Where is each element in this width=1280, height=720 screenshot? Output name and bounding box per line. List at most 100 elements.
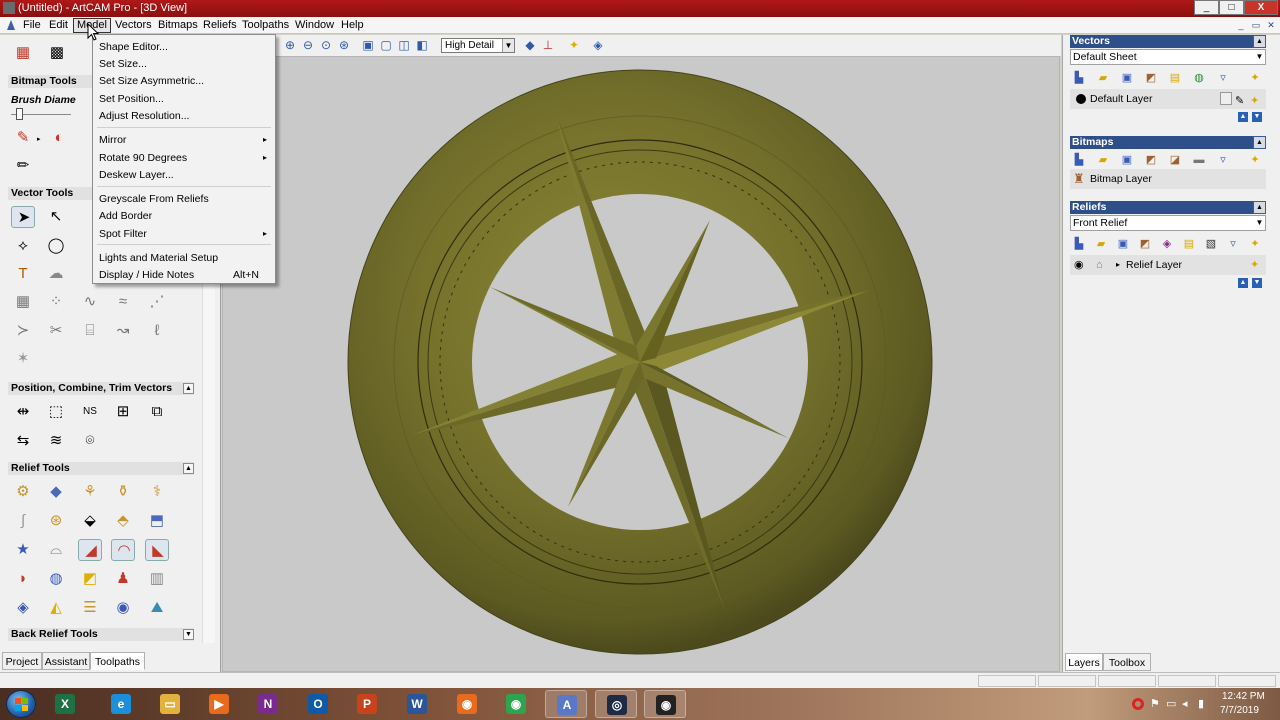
globe-tool[interactable]: ◉ — [111, 597, 135, 619]
new-layer-icon[interactable]: ▙ — [1072, 153, 1086, 167]
menu-window[interactable]: Window — [292, 18, 337, 33]
polyline-tool[interactable]: ⟡ — [11, 235, 35, 257]
expand-arrow-icon[interactable]: ▸ — [1116, 255, 1120, 275]
bitmap-import-icon[interactable]: ◪ — [1168, 153, 1182, 167]
paint-tool[interactable]: ✎ — [11, 127, 35, 149]
cylinder-tool[interactable]: ⌸ — [78, 320, 102, 342]
move-down-icon[interactable]: ▼ — [1252, 278, 1262, 288]
mdi-restore-icon[interactable]: ▭ — [1249, 19, 1263, 31]
relief-save-icon[interactable]: ▧ — [1204, 237, 1218, 251]
relief-stack-icon[interactable]: ◈ — [1160, 237, 1174, 251]
view-iso-icon[interactable]: ▣ — [361, 38, 375, 52]
menu-item-mirror[interactable]: Mirror ▸ — [99, 132, 269, 148]
bitmap-tool[interactable]: ▩ — [45, 42, 69, 64]
spin-tool[interactable]: ⚘ — [78, 481, 102, 503]
face-relief-tool[interactable]: ◗ — [11, 568, 35, 590]
dots-tool[interactable]: ⁘ — [44, 291, 68, 313]
back-relief-tools-header[interactable]: Back Relief Tools ▼ — [8, 628, 194, 641]
taskbar-media-app-button[interactable]: ◎ — [595, 690, 637, 718]
grid-tool[interactable]: ▦ — [11, 291, 35, 313]
star-relief-tool[interactable]: ★ — [11, 539, 35, 561]
vector-offset-tool[interactable]: ≻ — [11, 320, 35, 342]
start-button[interactable] — [6, 690, 36, 718]
menu-file[interactable]: File — [20, 18, 44, 33]
shape-editor-tool[interactable]: ⚙ — [11, 481, 35, 503]
battery-icon[interactable]: ▮ — [1198, 697, 1204, 710]
menu-item-deskew-layer[interactable]: Deskew Layer... — [99, 167, 269, 183]
default-layer-row[interactable]: Default Layer ✎ ✦ — [1070, 89, 1266, 109]
copy-icon[interactable]: ▤ — [1168, 71, 1182, 85]
spiral-tool[interactable]: ⌾ — [78, 430, 102, 452]
trim-tool[interactable]: ✂ — [44, 320, 68, 342]
curve-tool[interactable]: ≈ — [111, 291, 135, 313]
tab-toolpaths[interactable]: Toolpaths — [90, 652, 145, 670]
light-bulb-icon[interactable]: ✦ — [567, 38, 581, 52]
open-icon[interactable]: ▰ — [1096, 153, 1110, 167]
plane-tool[interactable]: ◣ — [145, 539, 169, 561]
pencil-tool[interactable]: ✏ — [11, 155, 35, 177]
copy-icon[interactable]: ▤ — [1182, 237, 1196, 251]
save-icon[interactable]: ▣ — [1120, 71, 1134, 85]
nest-tool[interactable]: NS — [78, 401, 102, 423]
menu-reliefs[interactable]: Reliefs — [200, 18, 240, 33]
wave-tool[interactable]: ∿ — [78, 291, 102, 313]
bitmap-edit-icon[interactable]: ▬ — [1192, 153, 1206, 167]
figure-tool[interactable]: ♟ — [111, 568, 135, 590]
angled-plane-tool[interactable]: ◢ — [78, 539, 102, 561]
menu-vectors[interactable]: Vectors — [112, 18, 155, 33]
layer-relief-tool[interactable]: ◈ — [11, 597, 35, 619]
dome-tool[interactable]: ◠ — [111, 539, 135, 561]
collapse-icon[interactable]: ▲ — [1253, 201, 1266, 214]
node-edit-tool[interactable]: ↖ — [44, 206, 68, 228]
zoom-in-icon[interactable]: ⊕ — [283, 38, 297, 52]
node-tool[interactable]: ⋰ — [145, 291, 169, 313]
reliefs-header[interactable]: Reliefs ▲ — [1070, 201, 1266, 214]
lock-icon[interactable] — [1220, 92, 1232, 105]
relief-layer-row[interactable]: ◉ ⌂ ▸ Relief Layer ✦ — [1070, 255, 1266, 275]
texture-tool[interactable]: ⊛ — [44, 510, 68, 532]
merge-icon[interactable]: ◩ — [1144, 153, 1158, 167]
new-layer-icon[interactable]: ▙ — [1072, 237, 1086, 251]
bowl-tool[interactable]: ⌓ — [44, 539, 68, 561]
block-tool[interactable]: ⊞ — [111, 401, 135, 423]
taskbar-excel-button[interactable]: X — [44, 690, 86, 718]
network-icon[interactable]: ▭ — [1166, 697, 1176, 710]
delete-icon[interactable]: ▿ — [1226, 237, 1240, 251]
taskbar-word-button[interactable]: W — [396, 690, 438, 718]
app-icon[interactable] — [3, 2, 15, 14]
taskbar-file-explorer-button[interactable]: ▭ — [149, 690, 191, 718]
wave-fill-tool[interactable]: ≋ — [44, 430, 68, 452]
tab-toolbox[interactable]: Toolbox — [1103, 653, 1151, 671]
taskbar-chrome-button[interactable]: ◉ — [495, 690, 537, 718]
menu-item-display-hide-notes[interactable]: Display / Hide Notes Alt+N — [99, 267, 269, 283]
sphere-tool[interactable]: ◍ — [44, 568, 68, 590]
lift-tool[interactable]: ◭ — [44, 597, 68, 619]
new-layer-icon[interactable]: ▙ — [1072, 71, 1086, 85]
clock-time[interactable]: 12:42 PM — [1222, 691, 1265, 702]
taskbar-media-player-button[interactable]: ▶ — [198, 690, 240, 718]
menu-toolpaths[interactable]: Toolpaths — [239, 18, 292, 33]
mdi-close-icon[interactable]: ✕ — [1264, 19, 1278, 31]
fill-tool[interactable]: ◐ — [47, 127, 71, 149]
group-tool[interactable]: ⬚ — [44, 401, 68, 423]
move-up-icon[interactable]: ▲ — [1238, 112, 1248, 122]
bitmaps-header[interactable]: Bitmaps ▲ — [1070, 136, 1266, 149]
taskbar-artcam-button[interactable]: A — [545, 690, 587, 718]
star-tool[interactable]: ✶ — [11, 348, 35, 370]
tab-layers[interactable]: Layers — [1065, 653, 1103, 671]
flag-icon[interactable]: ⚑ — [1150, 697, 1160, 710]
taskbar-outlook-button[interactable]: O — [297, 690, 339, 718]
document-icon[interactable] — [5, 19, 17, 31]
bulb-icon[interactable]: ✦ — [1250, 91, 1259, 111]
wrap-relief-tool[interactable]: ⬒ — [145, 510, 169, 532]
transfer-icon[interactable]: ◍ — [1192, 71, 1206, 85]
collapse-icon[interactable]: ▲ — [183, 463, 194, 474]
collapse-icon[interactable]: ▲ — [183, 383, 194, 394]
bulb-icon[interactable]: ✦ — [1248, 237, 1262, 251]
minimize-button[interactable]: _ — [1194, 0, 1219, 15]
extrude-tool[interactable]: ◆ — [44, 481, 68, 503]
menu-item-greyscale-from-reliefs[interactable]: Greyscale From Reliefs — [99, 191, 269, 207]
stack-tool[interactable]: ☰ — [78, 597, 102, 619]
delete-icon[interactable]: ▿ — [1216, 153, 1230, 167]
taskbar-firefox-button[interactable]: ◉ — [446, 690, 488, 718]
